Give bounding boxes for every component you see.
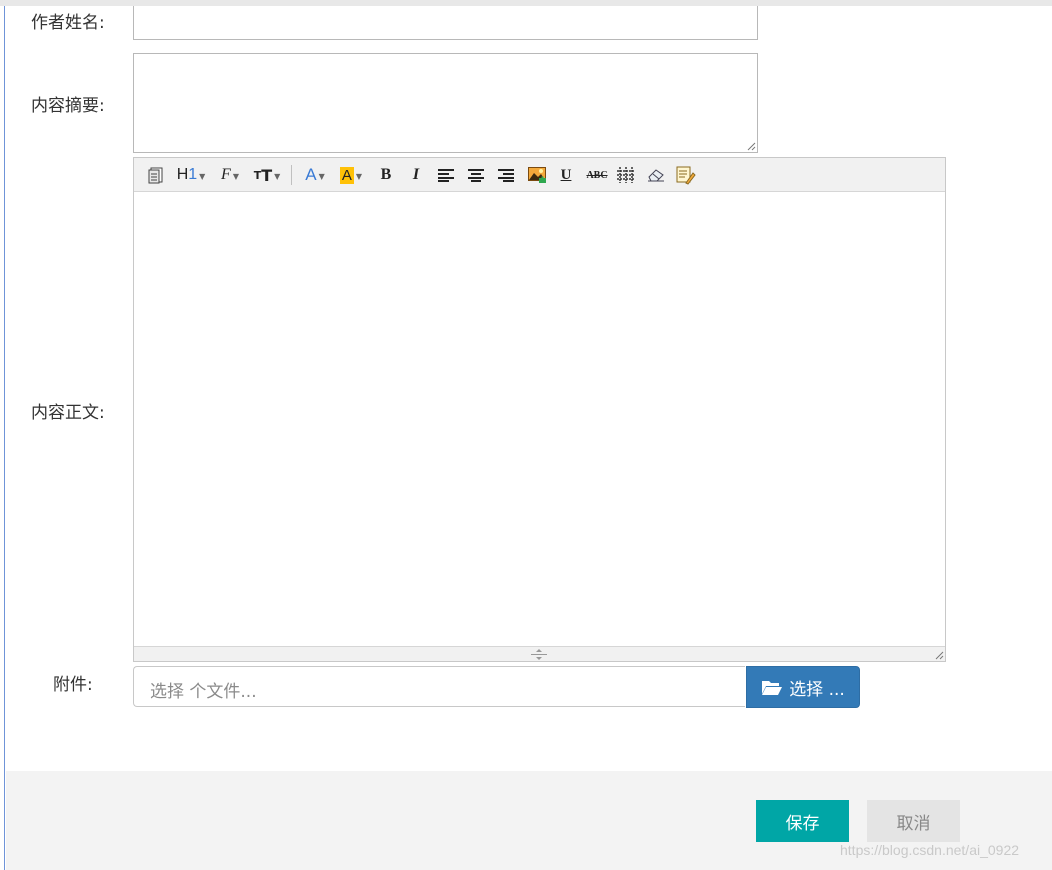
editor-content-area[interactable] bbox=[134, 192, 945, 646]
cancel-button[interactable]: 取消 bbox=[867, 800, 960, 842]
choose-file-label: 选择 ... bbox=[789, 679, 845, 700]
resize-grip-icon[interactable] bbox=[746, 141, 756, 151]
font-family-icon[interactable]: F ▼ bbox=[217, 163, 243, 187]
folder-open-icon bbox=[762, 680, 783, 695]
body-label: 内容正文: bbox=[31, 403, 105, 423]
align-center-icon[interactable] bbox=[466, 163, 486, 187]
file-placeholder: 选择 个文件... bbox=[150, 682, 257, 702]
rich-text-editor: H 1 ▼ F ▼ T T ▼ A ▼ A ▼ B I U ABC bbox=[133, 157, 946, 662]
watermark: https://blog.csdn.net/ai_0922 bbox=[840, 842, 1020, 858]
author-name-label: 作者姓名: bbox=[31, 13, 105, 33]
attachment-label: 附件: bbox=[53, 675, 93, 695]
underline-icon[interactable]: U bbox=[556, 163, 576, 187]
editor-corner-grip-icon[interactable] bbox=[934, 650, 944, 660]
save-button[interactable]: 保存 bbox=[756, 800, 849, 842]
editor-toolbar: H 1 ▼ F ▼ T T ▼ A ▼ A ▼ B I U ABC bbox=[134, 158, 945, 192]
image-icon[interactable] bbox=[526, 163, 548, 187]
source-icon[interactable] bbox=[146, 163, 166, 187]
author-name-input[interactable] bbox=[133, 6, 758, 40]
summary-textarea[interactable] bbox=[133, 53, 758, 153]
choose-file-button[interactable]: 选择 ... bbox=[746, 666, 860, 708]
italic-icon[interactable]: I bbox=[406, 163, 426, 187]
left-rule bbox=[4, 6, 5, 870]
font-size-icon[interactable]: T T ▼ bbox=[253, 163, 281, 187]
clear-format-icon[interactable] bbox=[675, 163, 697, 187]
editor-resize-handle-icon[interactable] bbox=[531, 649, 547, 660]
file-name-field[interactable]: 选择 个文件... bbox=[133, 666, 745, 707]
align-left-icon[interactable] bbox=[436, 163, 456, 187]
strikethrough-icon[interactable]: ABC bbox=[585, 163, 609, 187]
align-right-icon[interactable] bbox=[496, 163, 516, 187]
editor-statusbar bbox=[134, 646, 945, 661]
summary-label: 内容摘要: bbox=[31, 96, 105, 116]
background-color-icon[interactable]: A ▼ bbox=[337, 163, 365, 187]
heading-icon[interactable]: H 1 ▼ bbox=[176, 163, 206, 187]
eraser-icon[interactable] bbox=[645, 163, 667, 187]
bold-icon[interactable]: B bbox=[376, 163, 396, 187]
font-color-icon[interactable]: A ▼ bbox=[302, 163, 328, 187]
table-icon[interactable] bbox=[615, 163, 637, 187]
toolbar-separator bbox=[291, 165, 292, 185]
